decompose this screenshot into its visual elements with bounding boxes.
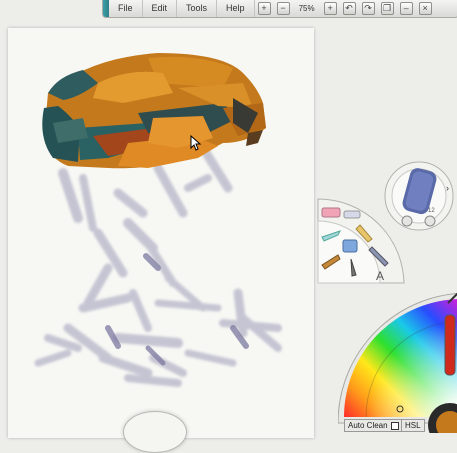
painting	[34, 53, 282, 387]
svg-text:›: ›	[446, 183, 449, 193]
close-icon[interactable]: ×	[418, 2, 432, 15]
sampler-icon[interactable]: A	[376, 269, 384, 283]
minimize-icon[interactable]: –	[399, 2, 413, 15]
svg-text:12: 12	[428, 208, 435, 214]
menu-edit[interactable]: Edit	[143, 0, 178, 17]
zoom-in-button[interactable]: +	[257, 2, 271, 15]
layers-knob[interactable]	[123, 411, 187, 453]
tool-tray: A	[317, 198, 405, 284]
checkbox-icon[interactable]	[390, 421, 399, 430]
undo-icon[interactable]: ↶	[342, 2, 356, 15]
zoom-fit-button[interactable]: +	[323, 2, 337, 15]
zoom-level: 75%	[298, 4, 315, 13]
menu-bar: File Edit Tools Help + − 75% + ↶ ↷ ❐ – ×	[102, 0, 457, 18]
menu-file[interactable]: File	[109, 0, 143, 17]
svg-text:A: A	[376, 269, 384, 283]
luminance-slider[interactable]	[444, 314, 456, 376]
menu-tools[interactable]: Tools	[177, 0, 218, 17]
menu-help[interactable]: Help	[217, 0, 255, 17]
tube-icon[interactable]	[343, 210, 361, 219]
auto-clean-label: Auto Clean	[348, 421, 388, 430]
color-picker[interactable]	[338, 293, 457, 433]
zoom-out-button[interactable]: −	[276, 2, 290, 15]
pointer-cursor-icon	[190, 135, 202, 151]
canvas-paper[interactable]	[8, 28, 314, 438]
auto-clean-toggle[interactable]: Auto Clean	[344, 419, 403, 432]
redo-icon[interactable]: ↷	[361, 2, 375, 15]
paint-roller-icon[interactable]	[342, 239, 358, 253]
hsl-mode-button[interactable]: HSL	[401, 419, 425, 432]
eraser-icon[interactable]	[321, 207, 341, 218]
restore-icon[interactable]: ❐	[380, 2, 394, 15]
